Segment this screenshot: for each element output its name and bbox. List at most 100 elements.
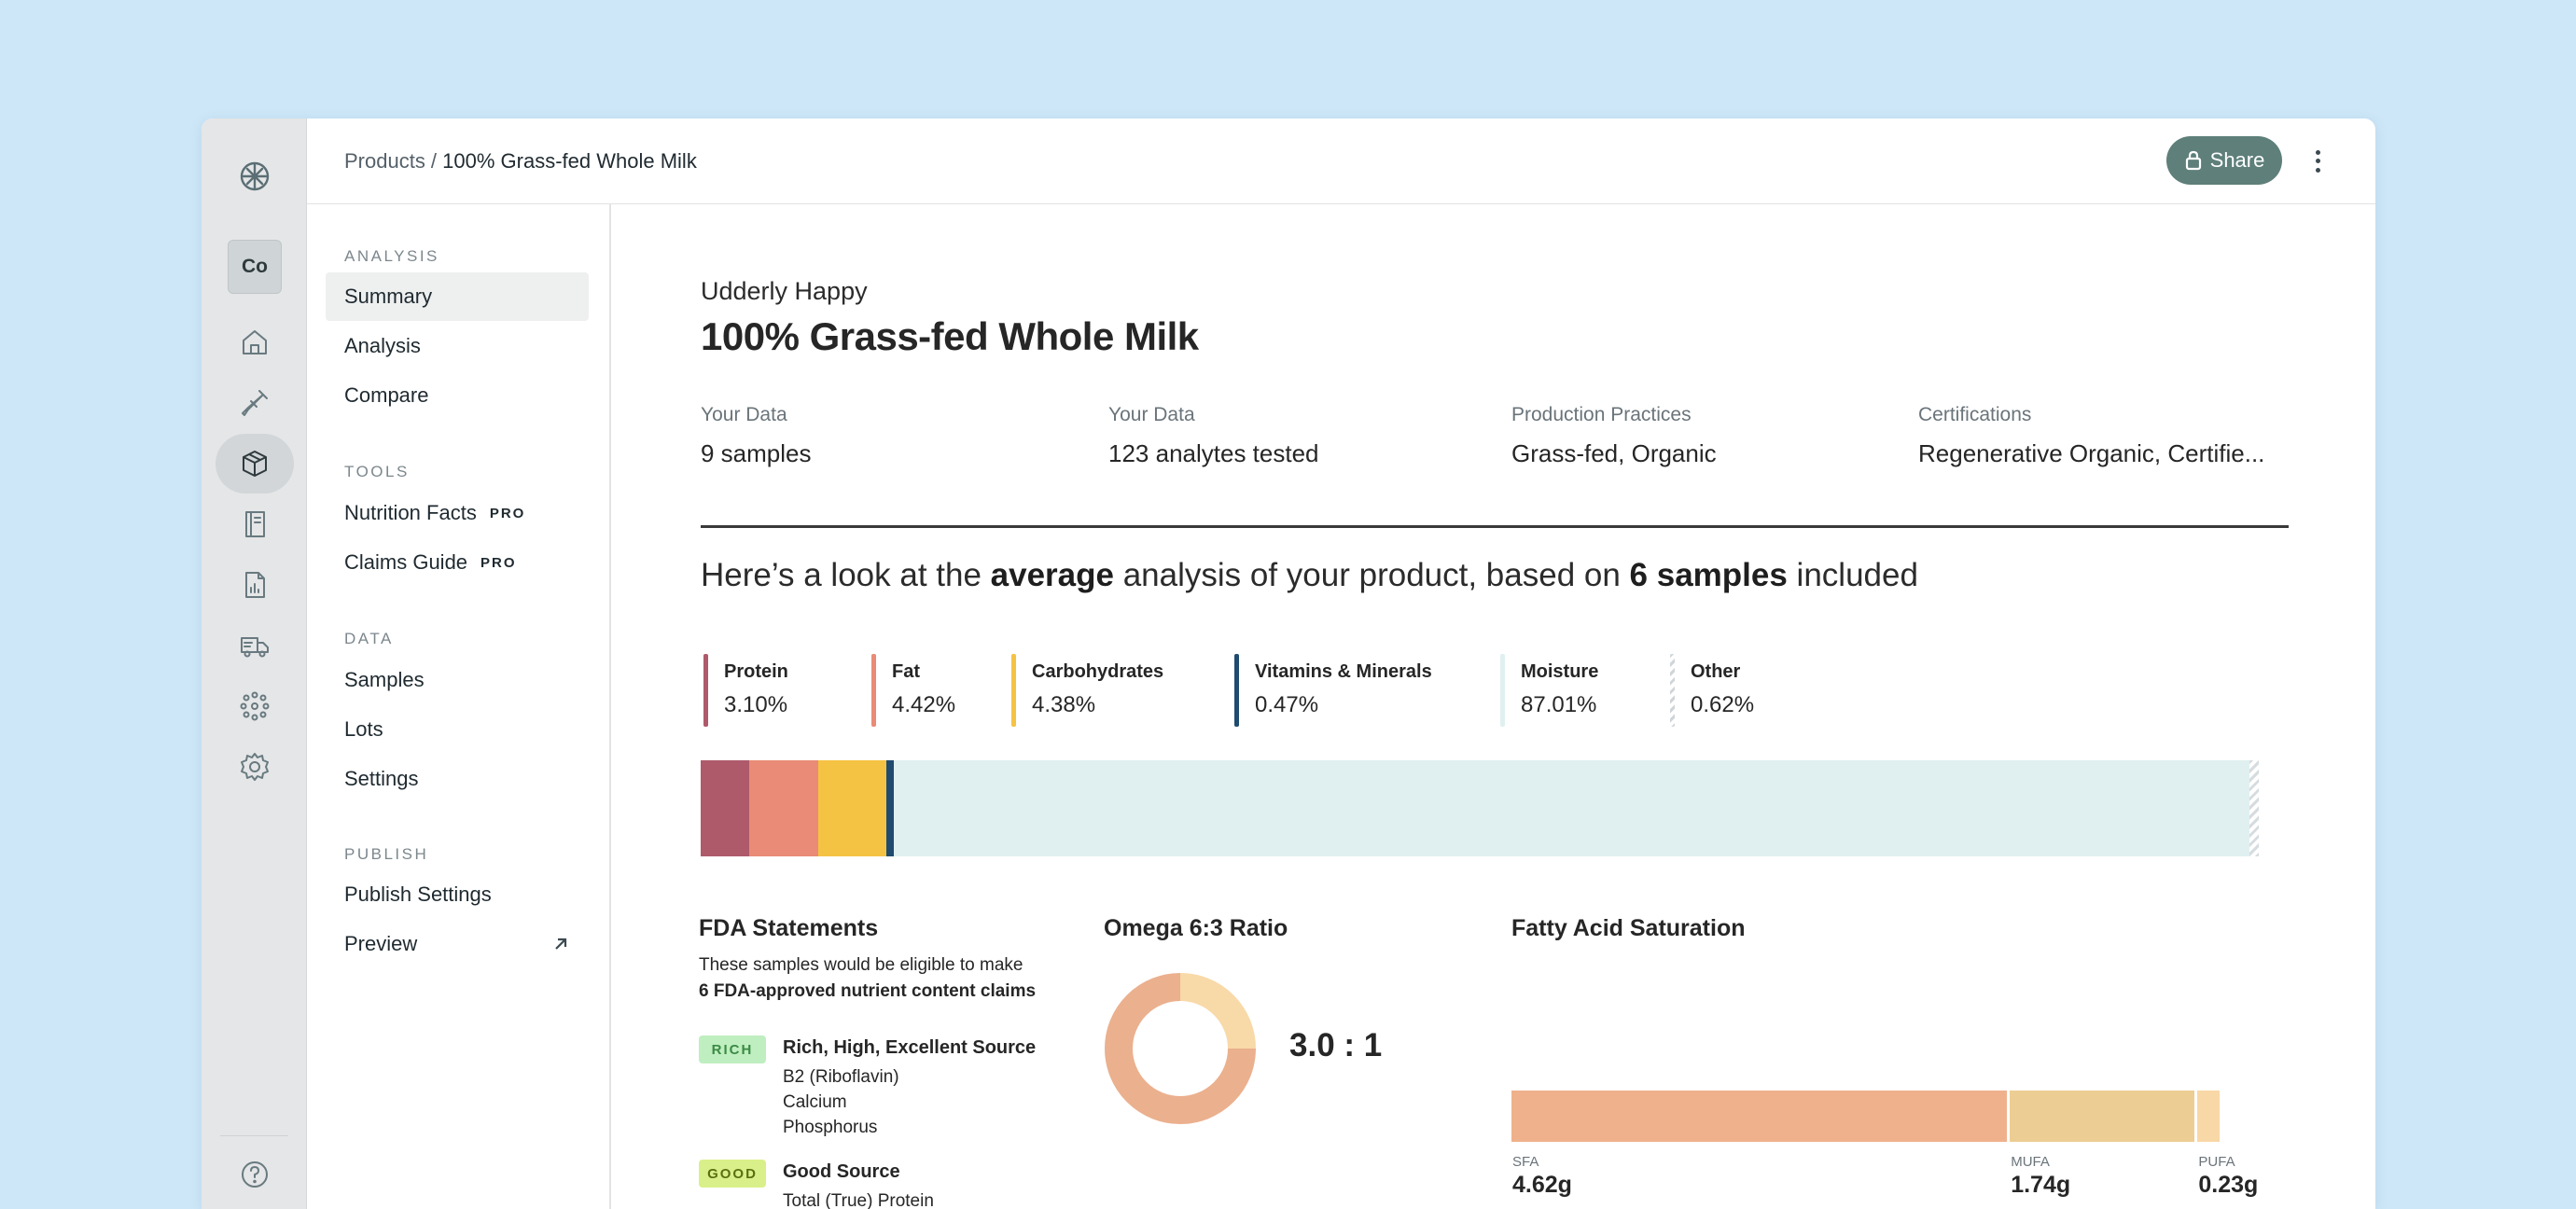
section-divider: [701, 525, 2289, 528]
claim-name: Good Source: [783, 1161, 900, 1182]
legend-value: 4.38%: [1032, 692, 1096, 717]
legend-value: 0.47%: [1255, 692, 1319, 717]
nav-item-label: Preview: [344, 932, 418, 955]
headline-text: included: [1787, 557, 1918, 593]
more-options-icon[interactable]: [2306, 145, 2329, 178]
legend-name: Vitamins & Minerals: [1255, 661, 1432, 682]
legend-swatch: [1670, 654, 1675, 727]
lab-pipette-icon[interactable]: [202, 373, 307, 433]
stat-label: Your Data: [701, 404, 787, 425]
stat-samples: Your Data 9 samples: [701, 404, 812, 468]
lock-icon: [2185, 150, 2201, 171]
nav-section-analysis: ANALYSIS: [344, 247, 439, 265]
product-brand: Udderly Happy: [701, 277, 868, 305]
nav-item-summary[interactable]: Summary: [326, 272, 589, 321]
nav-item-publish-settings[interactable]: Publish Settings: [326, 870, 589, 919]
breadcrumb: Products / 100% Grass-fed Whole Milk: [344, 149, 697, 174]
top-bar: Products / 100% Grass-fed Whole Milk Sha…: [307, 118, 2375, 204]
claim-nutrient: B2 (Riboflavin): [783, 1067, 899, 1087]
claim-badge-rich: RICH: [699, 1035, 766, 1063]
legend-swatch: [703, 654, 708, 727]
breadcrumb-parent[interactable]: Products /: [344, 149, 437, 173]
side-nav: ANALYSIS Summary Analysis Compare TOOLS …: [307, 204, 611, 1209]
claim-nutrient: Calcium: [783, 1092, 847, 1112]
legend-name: Protein: [724, 661, 788, 682]
legend-protein: Protein 3.10%: [703, 654, 788, 727]
omega-ratio-value: 3.0 : 1: [1289, 1027, 1383, 1063]
logo-icon[interactable]: [202, 146, 307, 206]
legend-value: 4.42%: [892, 692, 956, 717]
fatty-acid-key: SFA: [1512, 1154, 1539, 1170]
composition-stacked-bar: [701, 760, 2259, 856]
fatty-acid-value: 4.62g: [1512, 1172, 1572, 1198]
claim-nutrient: Phosphorus: [783, 1118, 878, 1137]
fatty-acid-value: 1.74g: [2011, 1172, 2071, 1198]
nav-item-nutrition-facts[interactable]: Nutrition Facts PRO: [326, 489, 589, 537]
fatty-acid-segment-mufa: [2010, 1091, 2198, 1142]
stat-value: 123 analytes tested: [1108, 439, 1319, 467]
nav-item-compare[interactable]: Compare: [326, 371, 589, 420]
nav-item-lots[interactable]: Lots: [326, 705, 589, 754]
legend-carbohydrates: Carbohydrates 4.38%: [1011, 654, 1163, 727]
fda-description: These samples would be eligible to make …: [699, 952, 1036, 1005]
legend-moisture: Moisture 87.01%: [1500, 654, 1598, 727]
stat-label: Production Practices: [1511, 404, 1692, 425]
nav-item-claims-guide[interactable]: Claims Guide PRO: [326, 538, 589, 587]
fatty-acid-segment-pufa: [2197, 1091, 2222, 1142]
breadcrumb-current: 100% Grass-fed Whole Milk: [442, 148, 697, 173]
headline-emphasis: 6 samples: [1629, 557, 1788, 593]
nav-item-samples[interactable]: Samples: [326, 656, 589, 704]
analysis-headline: Here’s a look at the average analysis of…: [701, 557, 1918, 594]
fda-title: FDA Statements: [699, 915, 879, 941]
notebook-icon[interactable]: [202, 494, 307, 554]
fatty-acid-title: Fatty Acid Saturation: [1511, 915, 1746, 941]
composition-segment-other: [2249, 760, 2259, 856]
stat-certifications: Certifications Regenerative Organic, Cer…: [1918, 404, 2264, 468]
composition-segment-protein: [701, 760, 749, 856]
gear-icon[interactable]: [202, 737, 307, 797]
nav-item-settings[interactable]: Settings: [326, 755, 589, 803]
fda-desc-line: These samples would be eligible to make: [699, 955, 1023, 975]
help-icon[interactable]: [202, 1145, 307, 1204]
nav-item-preview[interactable]: Preview: [326, 920, 589, 968]
composition-segment-moisture: [893, 760, 2249, 856]
fatty-acid-label-pufa: PUFA 0.23g: [2198, 1154, 2258, 1199]
stat-value: Grass-fed, Organic: [1511, 439, 1717, 467]
legend-vitamins-minerals: Vitamins & Minerals 0.47%: [1234, 654, 1432, 727]
legend-value: 3.10%: [724, 692, 788, 717]
share-button[interactable]: Share: [2166, 136, 2282, 185]
truck-icon[interactable]: [202, 616, 307, 675]
stat-label: Certifications: [1918, 404, 2032, 425]
page-title: 100% Grass-fed Whole Milk: [701, 314, 1199, 358]
fatty-acid-bar: [1511, 1091, 2222, 1142]
omega-title: Omega 6:3 Ratio: [1104, 915, 1288, 941]
fatty-acid-key: PUFA: [2198, 1154, 2235, 1170]
omega-donut-chart: [1105, 973, 1256, 1124]
network-icon[interactable]: [202, 676, 307, 736]
headline-text: Here’s a look at the: [701, 557, 991, 593]
composition-segment-vitamins-minerals: [885, 760, 894, 856]
icon-rail: Co: [202, 118, 307, 1209]
legend-fat: Fat 4.42%: [871, 654, 955, 727]
headline-emphasis: average: [990, 557, 1114, 593]
legend-swatch: [1011, 654, 1016, 727]
external-link-icon: [551, 935, 570, 953]
rail-divider: [220, 1135, 288, 1136]
legend-swatch: [1500, 654, 1505, 727]
stat-value: 9 samples: [701, 439, 812, 467]
claim-nutrient-list: B2 (Riboflavin) Calcium Phosphorus: [783, 1064, 899, 1140]
legend-swatch: [871, 654, 876, 727]
claim-nutrient: Total (True) Protein: [783, 1191, 934, 1209]
legend-name: Carbohydrates: [1032, 661, 1164, 682]
nav-item-analysis[interactable]: Analysis: [326, 322, 589, 370]
pro-badge: PRO: [489, 505, 526, 521]
share-label: Share: [2209, 148, 2265, 172]
stat-production-practices: Production Practices Grass-fed, Organic: [1511, 404, 1717, 468]
report-icon[interactable]: [202, 555, 307, 615]
nav-section-publish: PUBLISH: [344, 845, 429, 863]
home-icon[interactable]: [202, 313, 307, 372]
products-box-icon[interactable]: [202, 434, 307, 493]
composition-segment-carbohydrates: [817, 760, 886, 856]
nav-section-tools: TOOLS: [344, 463, 410, 480]
workspace-avatar[interactable]: Co: [228, 240, 282, 294]
